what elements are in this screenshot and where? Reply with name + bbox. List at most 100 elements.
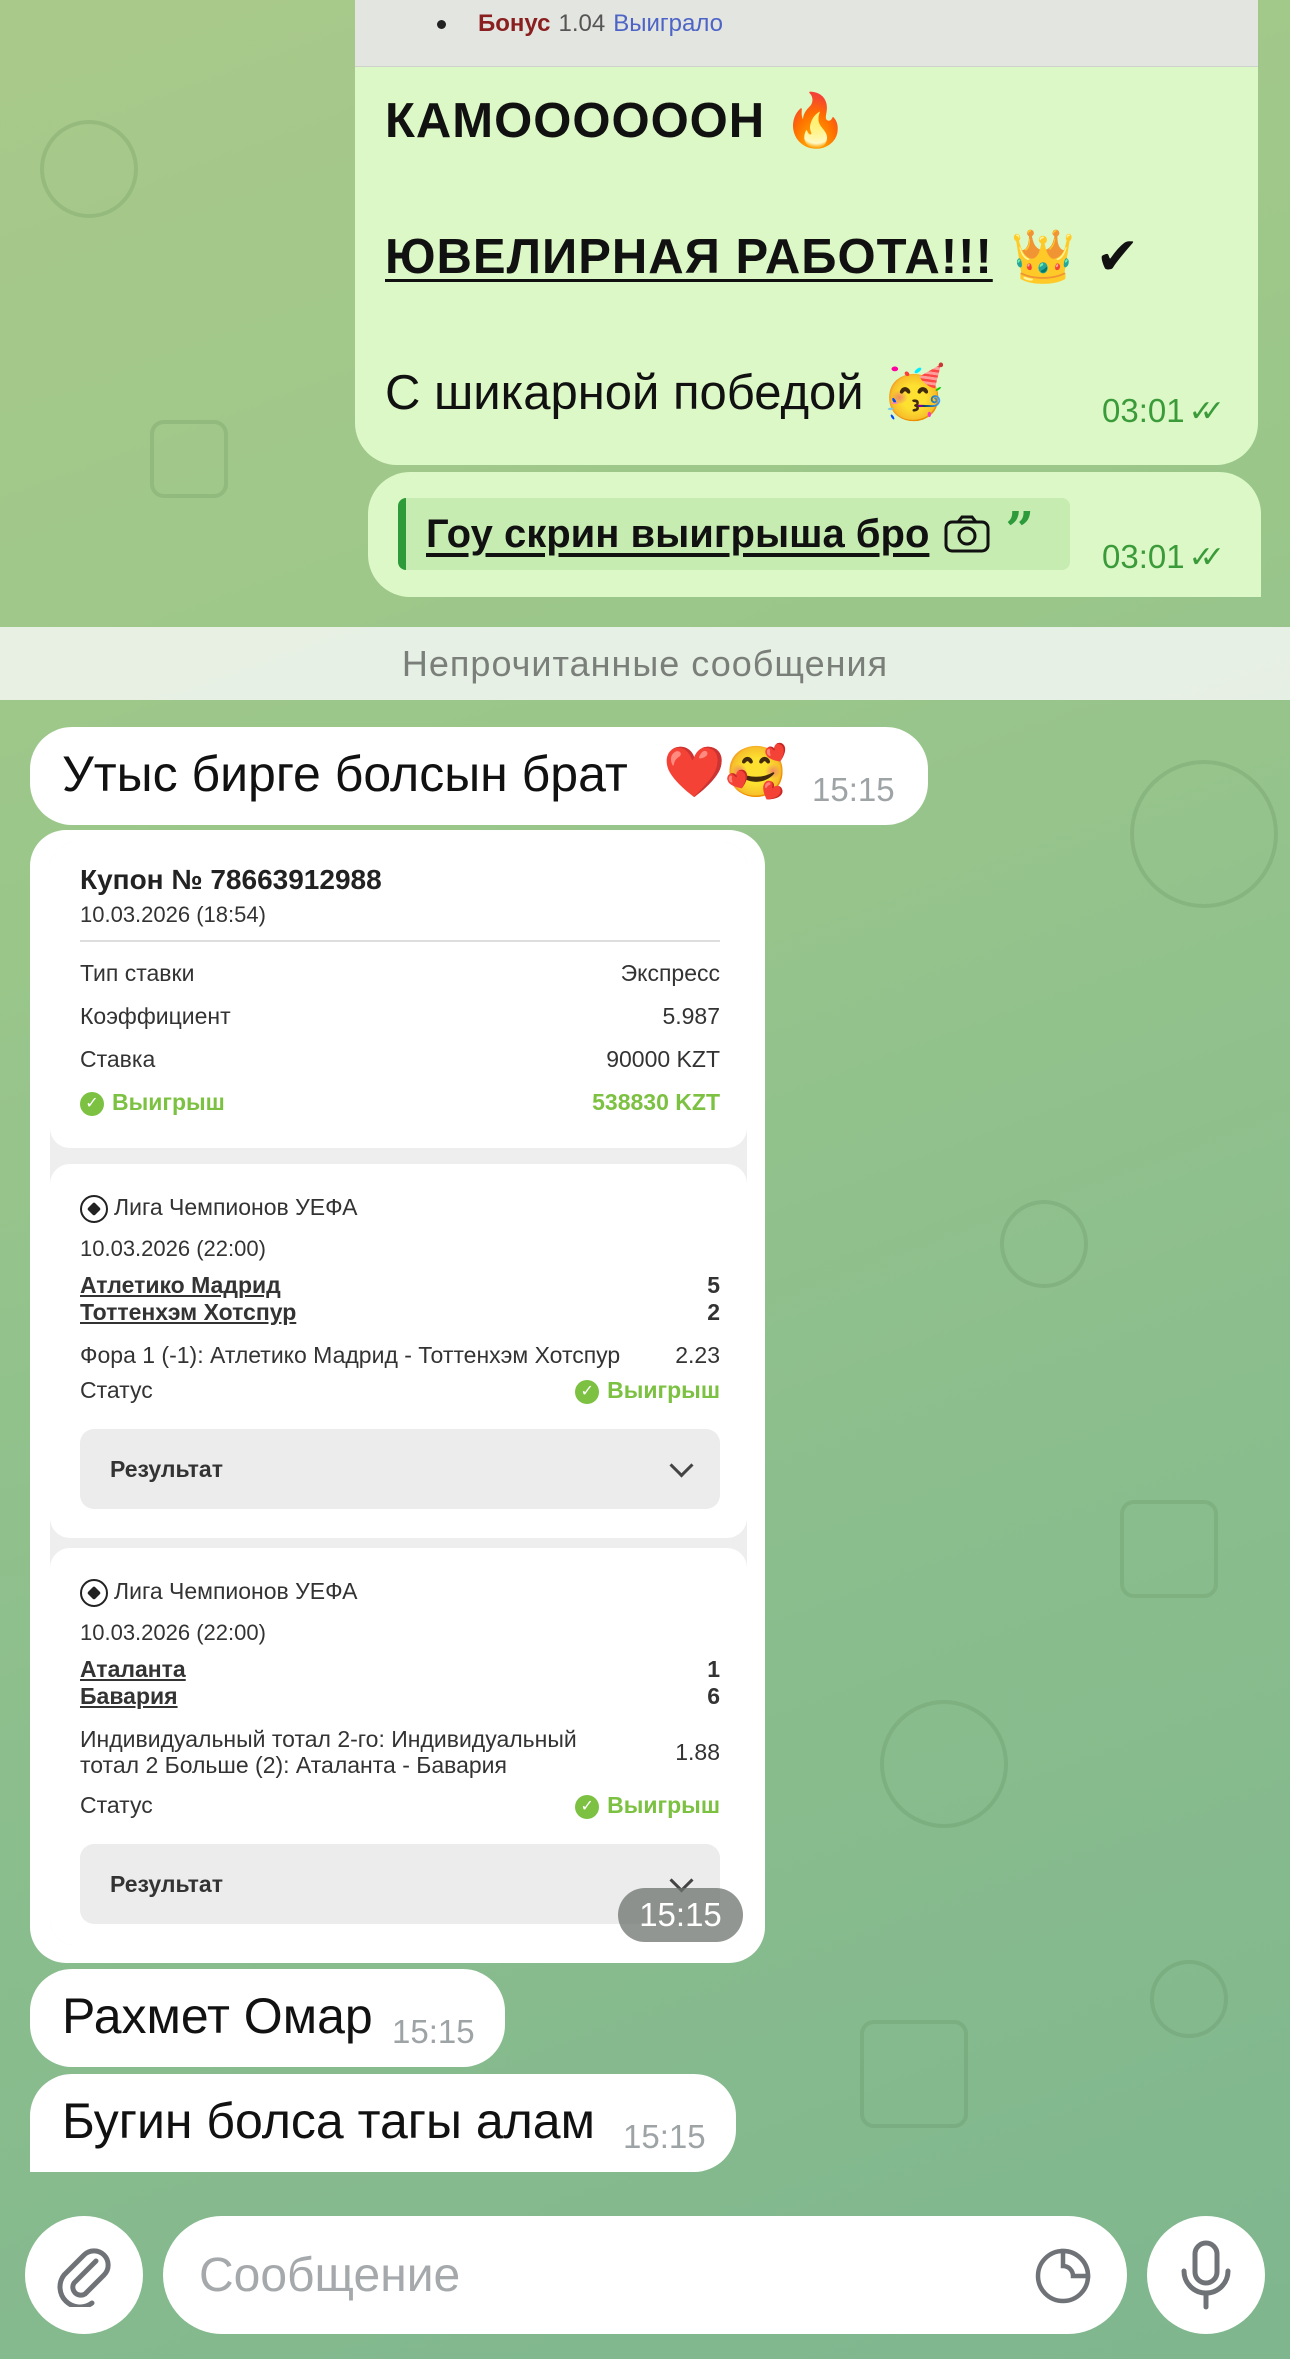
time-text: 03:01 [1102, 538, 1185, 575]
message-text: ЮВЕЛИРНАЯ РАБОТА!!! [385, 229, 993, 284]
message-time: 03:01 ✓✓ [1102, 392, 1225, 430]
quote-icon: ” [1005, 499, 1035, 559]
incoming-message[interactable]: Утыс бирге болсын брат ❤️🥰 15:15 [30, 727, 928, 825]
bullet-icon [437, 19, 446, 29]
microphone-icon [1181, 2240, 1231, 2310]
bg-doodle [1150, 1960, 1228, 2038]
voice-message-button[interactable] [1147, 2216, 1265, 2334]
bonus-result: Выиграло [613, 10, 723, 37]
league-name: Лига Чемпионов УЕФА [114, 1578, 358, 1604]
bet-row: Индивидуальный тотал 2-го: Индивидуальны… [80, 1726, 720, 1778]
result-dropdown[interactable]: Результат [80, 1429, 720, 1509]
message-time: 15:15 [392, 2013, 475, 2050]
event-league: Лига Чемпионов УЕФА [80, 1578, 357, 1607]
status-label: Статус [80, 1792, 153, 1818]
league-name: Лига Чемпионов УЕФА [114, 1194, 358, 1220]
team-name[interactable]: Бавария [80, 1683, 178, 1710]
message-line: С шикарной победой 🥳 [385, 362, 946, 423]
bet-odds: 2.23 [675, 1342, 720, 1368]
message-text: Рахмет Омар [62, 1988, 373, 2044]
bonus-label: Бонус [478, 10, 551, 37]
image-time-badge: 15:15 [618, 1888, 743, 1942]
team-row: Атлетико Мадрид 5 [80, 1272, 720, 1299]
team-row: Аталанта 1 [80, 1656, 720, 1683]
event-card: Лига Чемпионов УЕФА 10.03.2026 (22:00) А… [50, 1164, 747, 1538]
bg-doodle [1130, 760, 1278, 908]
message-text: С шикарной победой [385, 365, 864, 420]
camera-icon [944, 515, 990, 553]
status-label: Статус [80, 1377, 153, 1403]
row-label: Коэффициент [80, 1003, 231, 1029]
status-text: Выигрыш [607, 1377, 720, 1403]
unread-label: Непрочитанные сообщения [401, 642, 889, 684]
read-ticks-icon: ✓✓ [1188, 393, 1225, 429]
status-value: ✓ Выигрыш [575, 1377, 720, 1404]
outgoing-message[interactable]: Гоу скрин выигрыша бро ” 03:01 ✓✓ [368, 472, 1261, 597]
status-row: Статус ✓ Выигрыш [80, 1792, 720, 1819]
team-name[interactable]: Тоттенхэм Хотспур [80, 1299, 296, 1326]
message-text: КАМООООООН [385, 93, 766, 148]
team-row: Тоттенхэм Хотспур 2 [80, 1299, 720, 1326]
message-time: 15:15 [623, 2118, 706, 2155]
message-placeholder: Сообщение [199, 2249, 461, 2302]
event-league: Лига Чемпионов УЕФА [80, 1194, 357, 1223]
reply-text: Гоу скрин выигрыша бро [426, 511, 930, 556]
soccer-ball-icon [80, 1194, 108, 1223]
coupon-card: Купон № 78663912988 10.03.2026 (18:54) Т… [50, 842, 747, 1945]
coupon-win-row: ✓ Выигрыш 538830 KZT [80, 1089, 720, 1116]
attach-button[interactable] [25, 2216, 143, 2334]
row-value: Экспресс [620, 960, 720, 986]
coupon-row: Тип ставки Экспресс [80, 960, 720, 987]
quoted-content: Бонус 1.04 Выиграло [355, 0, 1258, 67]
win-label: Выигрыш [112, 1089, 225, 1115]
check-icon: ✓ [575, 1794, 600, 1819]
bg-doodle [880, 1700, 1008, 1828]
status-text: Выигрыш [607, 1792, 720, 1818]
message-input[interactable]: Сообщение [163, 2216, 1127, 2334]
result-label: Результат [110, 1455, 223, 1482]
soccer-ball-icon [80, 1578, 108, 1607]
bg-doodle [1120, 1500, 1218, 1598]
incoming-message[interactable]: Бугин болса тагы алам 15:15 [30, 2074, 736, 2172]
outgoing-message[interactable]: Бонус 1.04 Выиграло КАМООООООН 🔥 ЮВЕЛИРН… [355, 0, 1258, 465]
row-value: 5.987 [662, 1003, 720, 1029]
bet-line: тотал 2 Больше (2): Аталанта - Бавария [80, 1752, 507, 1778]
fire-emoji: 🔥 [783, 91, 849, 151]
check-icon: ✓ [80, 1091, 104, 1116]
win-value: 538830 KZT [592, 1089, 720, 1115]
sticker-icon[interactable] [1033, 2246, 1093, 2306]
message-time: 03:01 ✓✓ [1102, 538, 1225, 576]
team-name[interactable]: Атлетико Мадрид [80, 1272, 281, 1299]
message-line: ЮВЕЛИРНАЯ РАБОТА!!! 👑 ✔ [385, 226, 1140, 287]
bonus-value: 1.04 [558, 10, 606, 37]
message-text: Утыс бирге болсын брат [62, 746, 628, 802]
bonus-row: Бонус 1.04 Выиграло [437, 10, 723, 38]
row-label: Тип ставки [80, 960, 195, 986]
incoming-message[interactable]: Рахмет Омар 15:15 [30, 1969, 505, 2067]
reply-quote[interactable]: Гоу скрин выигрыша бро ” [398, 498, 1070, 570]
message-line: КАМООООООН 🔥 [385, 90, 849, 151]
bet-row: Фора 1 (-1): Атлетико Мадрид - Тоттенхэм… [80, 1342, 720, 1369]
event-date: 10.03.2026 (22:00) [80, 1620, 266, 1645]
coupon-image-message[interactable]: Купон № 78663912988 10.03.2026 (18:54) Т… [30, 830, 765, 1963]
row-value: 90000 KZT [606, 1046, 720, 1072]
message-time: 15:15 [812, 771, 895, 808]
chevron-down-icon [669, 1452, 694, 1478]
bg-doodle [40, 120, 138, 218]
unread-separator: Непрочитанные сообщения [0, 627, 1290, 700]
team-row: Бавария 6 [80, 1683, 720, 1710]
message-text: Бугин болса тагы алам [62, 2093, 595, 2149]
bg-doodle [860, 2020, 968, 2128]
team-name[interactable]: Аталанта [80, 1656, 186, 1683]
status-row: Статус ✓ Выигрыш [80, 1377, 720, 1404]
coupon-title: Купон № 78663912988 [80, 864, 382, 895]
coupon-row: Ставка 90000 KZT [80, 1046, 720, 1073]
coupon-summary: Купон № 78663912988 10.03.2026 (18:54) Т… [50, 842, 747, 1148]
team-score: 6 [707, 1683, 720, 1709]
status-value: ✓ Выигрыш [575, 1792, 720, 1819]
team-score: 1 [707, 1656, 720, 1682]
bet-line: Индивидуальный тотал 2-го: Индивидуальны… [80, 1726, 577, 1752]
event-date: 10.03.2026 (22:00) [80, 1236, 266, 1261]
bet-odds: 1.88 [675, 1738, 720, 1765]
row-label: Ставка [80, 1046, 156, 1072]
